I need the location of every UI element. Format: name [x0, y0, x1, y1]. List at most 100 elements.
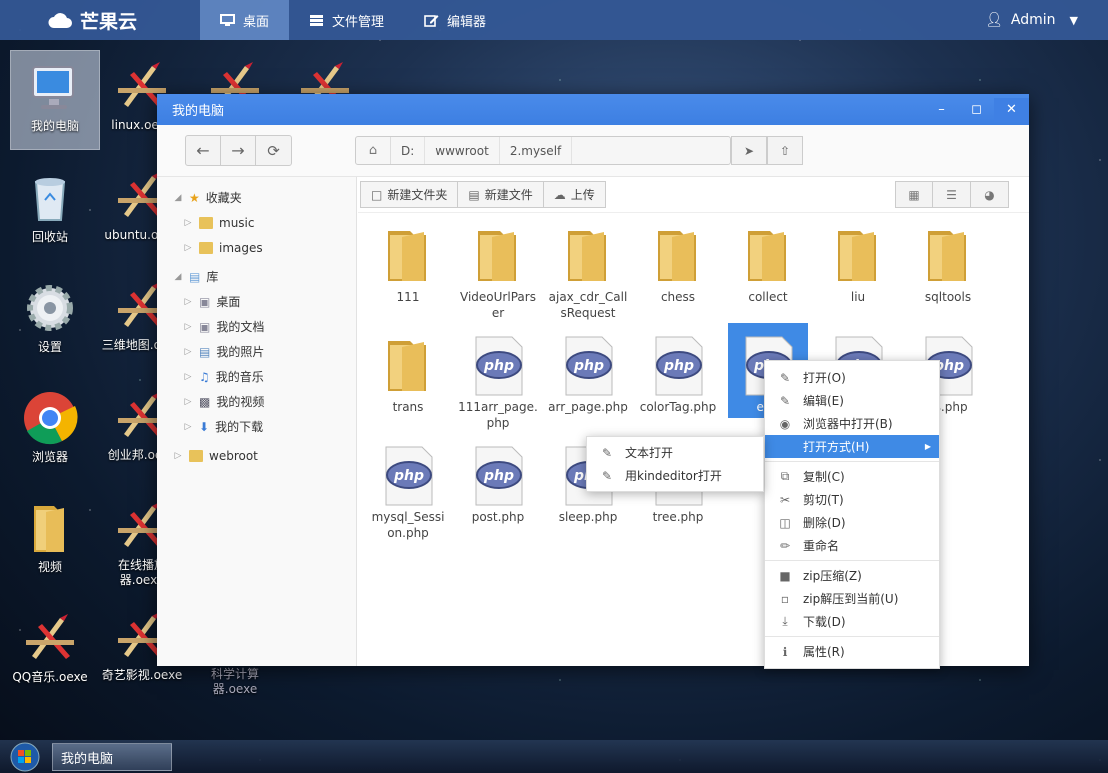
- tree-label: webroot: [209, 448, 258, 463]
- taskbar-item-my-computer[interactable]: 我的电脑: [52, 743, 172, 771]
- tree-item-music-lib[interactable]: ▷ ♫ 我的音乐: [157, 364, 356, 389]
- nav-desktop-label: 桌面: [243, 14, 270, 30]
- close-button[interactable]: ✕: [994, 97, 1029, 122]
- brand[interactable]: 芒果云: [0, 0, 200, 40]
- tree-item-downloads[interactable]: ▷ ⬇ 我的下载: [157, 414, 356, 439]
- home-button[interactable]: ⌂: [356, 137, 391, 164]
- button-label: 上传: [570, 188, 595, 202]
- user-menu[interactable]: 👤︎ Admin ▼: [985, 0, 1108, 40]
- menu-label: 复制(C): [803, 470, 845, 484]
- tree-label: 桌面: [216, 295, 241, 309]
- breadcrumb-item[interactable]: 2.myself: [500, 137, 573, 164]
- submenu-item-text-open[interactable]: ✎ 文本打开: [587, 441, 763, 464]
- file-item[interactable]: collect: [728, 213, 808, 305]
- file-item[interactable]: liu: [818, 213, 898, 305]
- tree-item-music[interactable]: ▷ music: [157, 210, 356, 235]
- context-menu-item[interactable]: ✎ 打开(O): [765, 366, 939, 389]
- window-titlebar[interactable]: 我的电脑 – ◻ ✕: [157, 94, 1029, 125]
- file-name: sqltools: [924, 290, 972, 304]
- scissors-icon: ✂: [779, 492, 791, 507]
- caret-right-icon: ▷: [184, 217, 192, 228]
- caret-right-icon: ▷: [184, 421, 192, 432]
- folder-icon: [658, 231, 696, 281]
- upload-button[interactable]: ☁ 上传: [543, 181, 606, 208]
- file-item[interactable]: ajax_cdr_CallsRequest: [548, 213, 628, 321]
- new-file-button[interactable]: ▤ 新建文件: [458, 181, 544, 208]
- tree-item-desktop[interactable]: ▷ ▣ 桌面: [157, 289, 356, 314]
- svg-text:php: php: [483, 358, 514, 374]
- file-item[interactable]: sqltools: [908, 213, 988, 305]
- download-icon: ⤓: [782, 614, 788, 628]
- file-item[interactable]: php mysql_Session.php: [368, 433, 448, 541]
- refresh-button[interactable]: ⟳: [256, 136, 291, 165]
- context-menu-item[interactable]: 打开方式(H) ▶: [765, 435, 939, 458]
- php-file-icon: php: [565, 336, 613, 396]
- context-menu-item[interactable]: ✎ 编辑(E): [765, 389, 939, 412]
- folder-icon: [568, 231, 606, 281]
- file-name: tree.php: [652, 510, 704, 524]
- dashboard-button[interactable]: ◕: [971, 181, 1009, 208]
- context-menu-item[interactable]: ◉ 浏览器中打开(B): [765, 412, 939, 435]
- list-view-button[interactable]: ☰: [933, 181, 971, 208]
- start-button[interactable]: [6, 740, 44, 773]
- tree-item-documents[interactable]: ▷ ▣ 我的文档: [157, 314, 356, 339]
- context-menu-item[interactable]: ⤓ 下载(D): [765, 610, 939, 633]
- desktop-icon-qqmusic[interactable]: QQ音乐.oexe: [5, 602, 95, 685]
- tree-label: 我的视频: [216, 395, 265, 409]
- new-folder-button[interactable]: □ 新建文件夹: [360, 181, 459, 208]
- forward-button[interactable]: →: [221, 136, 256, 165]
- desktop-icon-video[interactable]: 视频: [5, 492, 95, 575]
- desktop-icon-label: 设置: [37, 340, 62, 354]
- taskbar: 我的电脑: [0, 740, 1108, 773]
- nav-file-manager[interactable]: 文件管理: [289, 0, 404, 40]
- breadcrumb-item[interactable]: D:: [391, 137, 426, 164]
- address-bar: ← → ⟳ ⌂ D: wwwroot 2.myself ➤ ⇧: [157, 125, 1029, 177]
- user-icon: 👤︎: [985, 12, 1003, 28]
- back-button[interactable]: ←: [186, 136, 221, 165]
- minimize-button[interactable]: –: [924, 98, 959, 122]
- file-item[interactable]: 111: [368, 213, 448, 305]
- file-item[interactable]: chess: [638, 213, 718, 305]
- menu-separator: [765, 461, 939, 462]
- grid-view-button[interactable]: ▦: [895, 181, 933, 208]
- file-item[interactable]: VideoUrlParser: [458, 213, 538, 321]
- folder-icon: [199, 241, 213, 254]
- tree-favorites[interactable]: ◢ ★ 收藏夹: [157, 185, 356, 210]
- submenu-item-kindeditor[interactable]: ✎ 用kindeditor打开: [587, 464, 763, 487]
- maximize-button[interactable]: ◻: [959, 98, 994, 122]
- desktop-icon-settings[interactable]: 设置: [5, 272, 95, 355]
- context-menu-item[interactable]: ✂ 剪切(T): [765, 488, 939, 511]
- file-item[interactable]: php post.php: [458, 433, 538, 525]
- context-menu-item[interactable]: ✏ 重命名: [765, 534, 939, 557]
- file-name: liu: [850, 290, 866, 304]
- file-item[interactable]: trans: [368, 323, 448, 415]
- tree-item-webroot[interactable]: ▷ webroot: [157, 443, 356, 468]
- up-button[interactable]: ⇧: [767, 136, 803, 165]
- file-item[interactable]: php 111arr_page.php: [458, 323, 538, 431]
- desktop-icon-my-computer[interactable]: 我的电脑: [10, 50, 100, 150]
- tree-item-images[interactable]: ▷ images: [157, 235, 356, 260]
- desktop-icon-recycle-bin[interactable]: 回收站: [5, 162, 95, 245]
- context-menu-item[interactable]: ◫ 删除(D): [765, 511, 939, 534]
- file-icon: ▤: [468, 187, 480, 202]
- go-button[interactable]: ➤: [731, 136, 767, 165]
- tree-item-videos[interactable]: ▷ ▩ 我的视频: [157, 389, 356, 414]
- breadcrumb-item[interactable]: wwwroot: [425, 137, 500, 164]
- context-menu-item[interactable]: ▫ zip解压到当前(U): [765, 587, 939, 610]
- nav-editor[interactable]: 编辑器: [404, 0, 506, 40]
- menu-label: 用kindeditor打开: [625, 469, 722, 483]
- file-item[interactable]: php colorTag.php: [638, 323, 718, 415]
- nav-editor-label: 编辑器: [447, 14, 487, 30]
- file-item[interactable]: php arr_page.php: [548, 323, 628, 415]
- context-menu-item[interactable]: ⧉ 复制(C): [765, 465, 939, 488]
- music-note-icon: ♫: [199, 369, 210, 384]
- context-menu-item[interactable]: ℹ 属性(R): [765, 640, 939, 663]
- tree-item-photos[interactable]: ▷ ▤ 我的照片: [157, 339, 356, 364]
- folder-icon: [928, 231, 966, 281]
- nav-desktop[interactable]: 桌面: [200, 0, 290, 40]
- context-menu-item[interactable]: ■ zip压缩(Z): [765, 564, 939, 587]
- tree-library[interactable]: ◢ ▤ 库: [157, 264, 356, 289]
- folder-icon: [748, 231, 786, 281]
- arrow-left-icon: ←: [196, 141, 210, 160]
- desktop-icon-browser[interactable]: 浏览器: [5, 382, 95, 465]
